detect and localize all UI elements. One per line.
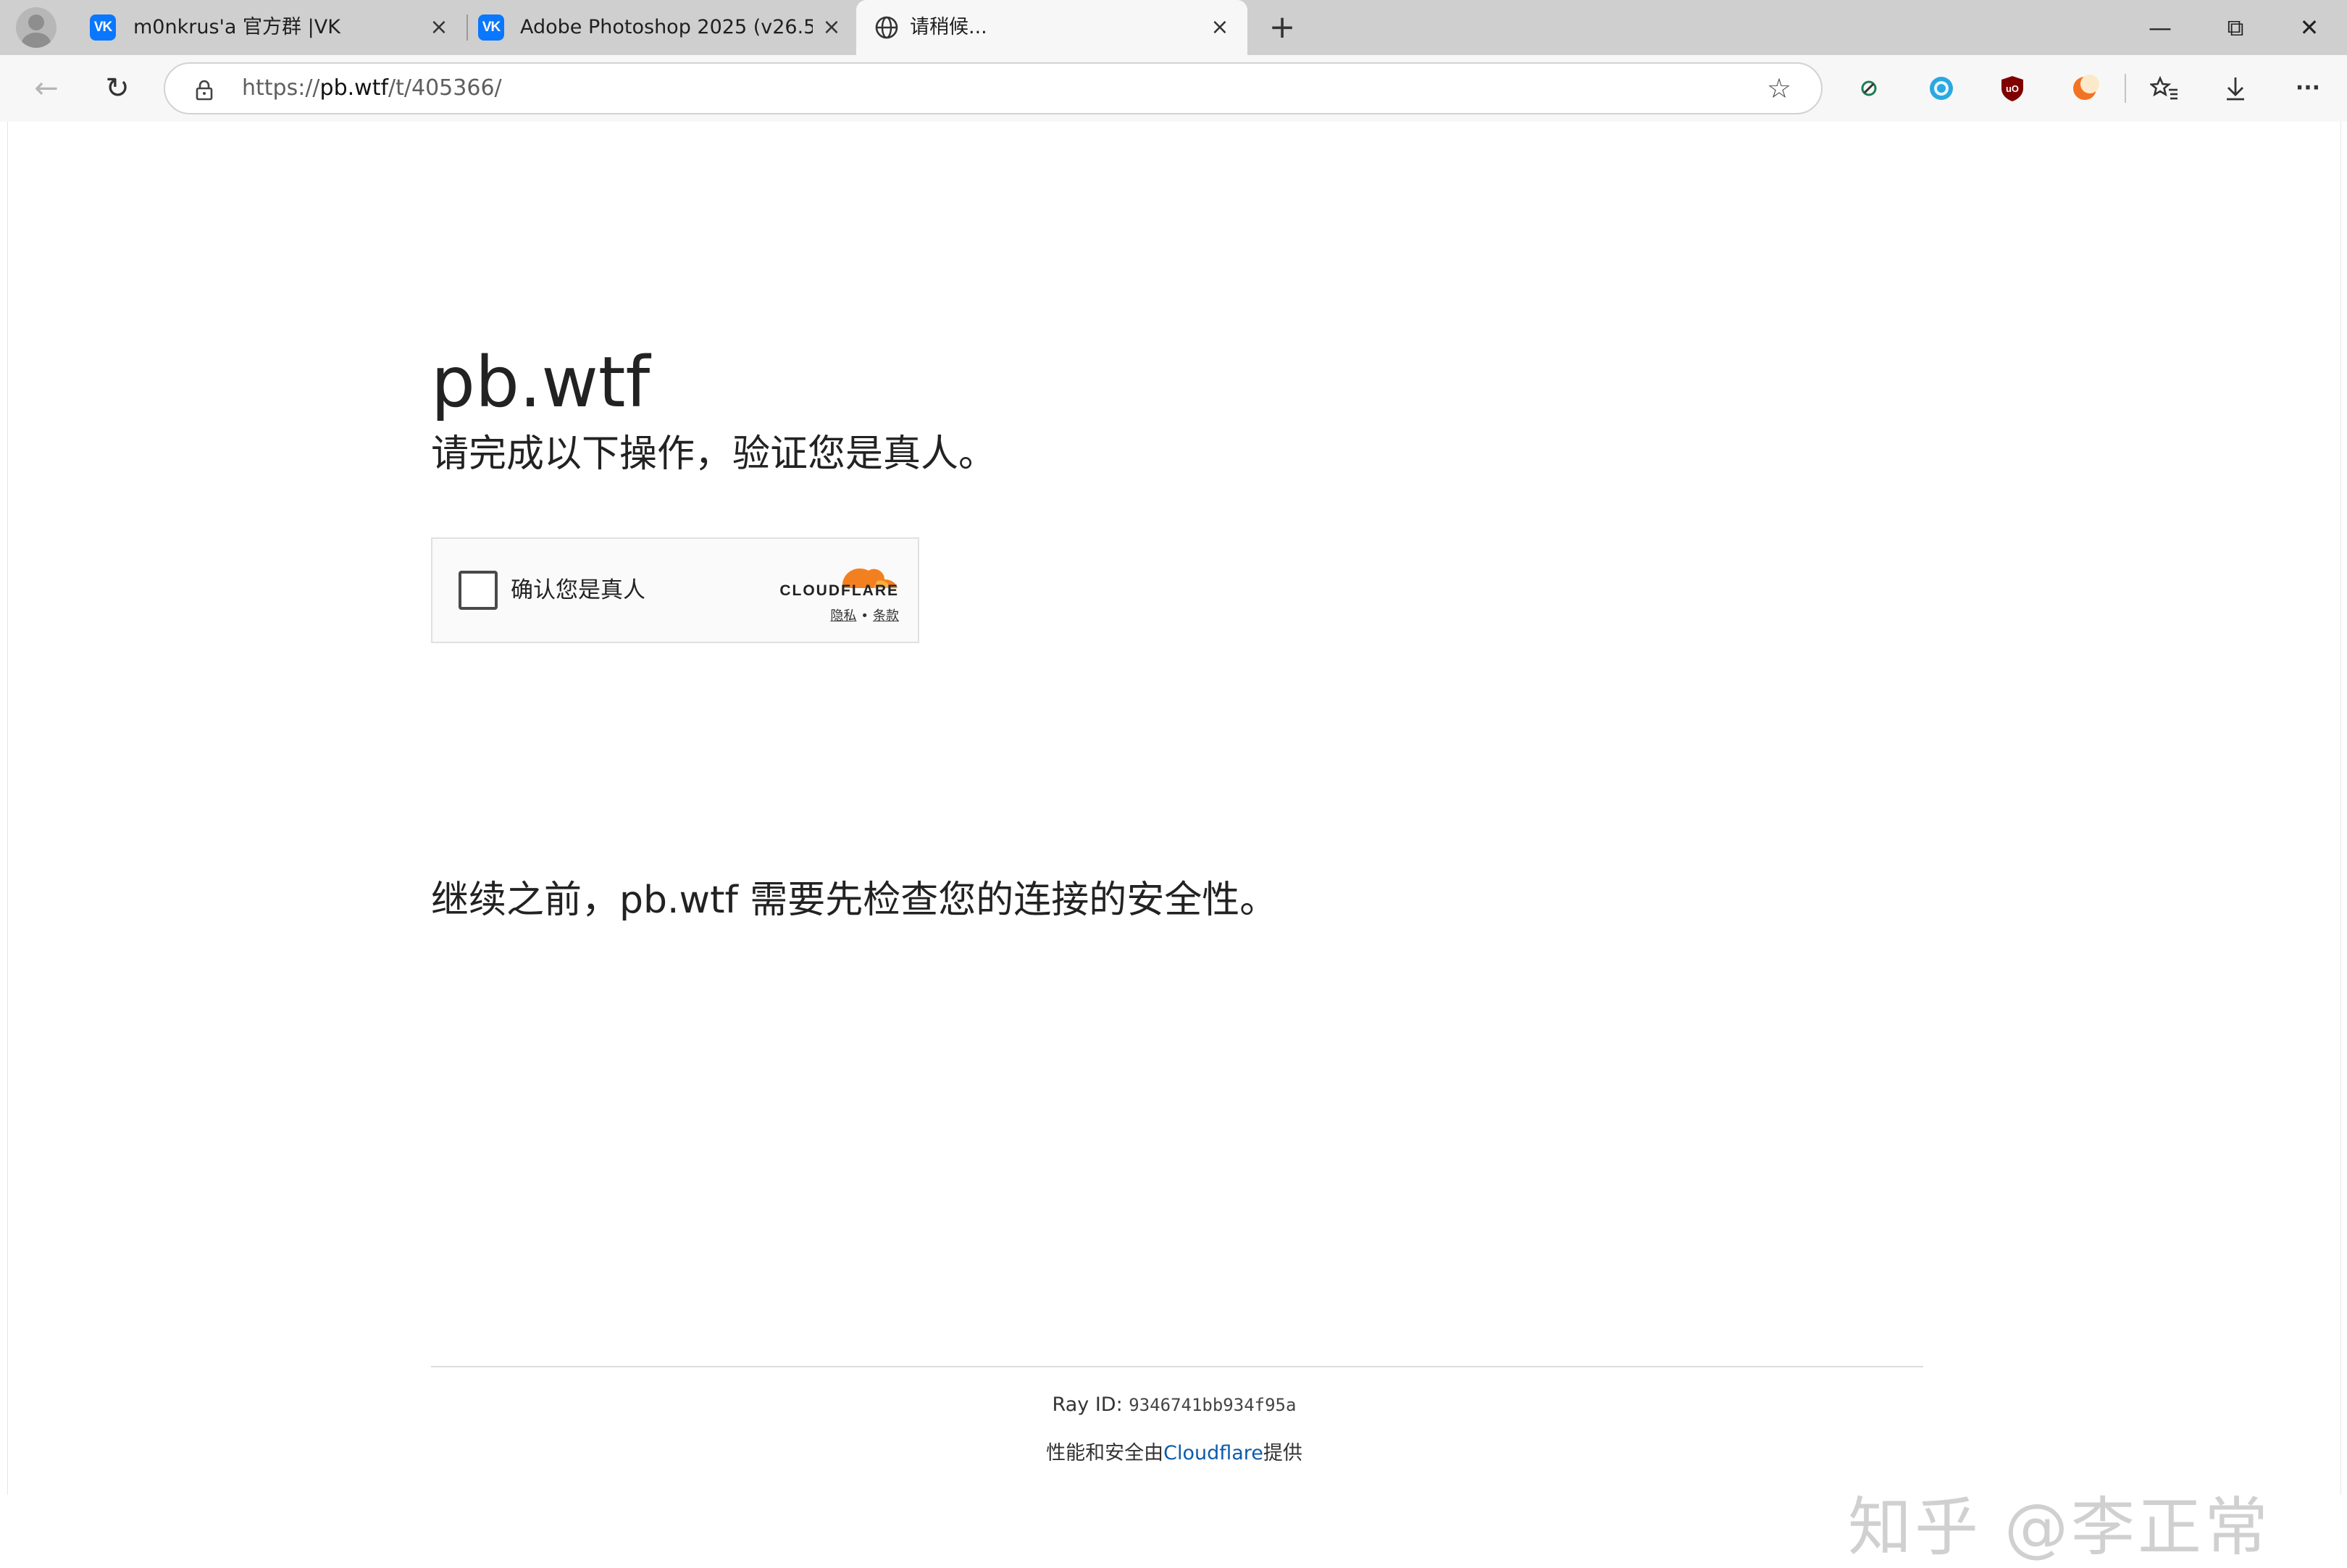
zhihu-watermark: 知乎 @李正常: [1848, 1490, 2271, 1564]
tab-title: Adobe Photoshop 2025 (v26.5) M: [520, 16, 813, 38]
favorite-star-icon[interactable]: ☆: [1762, 71, 1796, 106]
performance-prefix: 性能和安全由: [1046, 1442, 1164, 1464]
downloads-icon[interactable]: [2221, 74, 2250, 103]
performance-credit: 性能和安全由Cloudflare提供: [8, 1437, 2340, 1465]
vk-icon: VK: [478, 14, 504, 41]
toolbar-separator: [2125, 74, 2126, 103]
close-tab-icon[interactable]: ×: [426, 14, 452, 41]
url-scheme: https://: [242, 75, 320, 101]
url-host: pb.wtf: [319, 75, 389, 101]
restore-button[interactable]: ⧉: [2198, 0, 2273, 55]
performance-suffix: 提供: [1263, 1442, 1302, 1464]
cloudflare-turnstile-widget: 确认您是真人 CLOUDFLARE 隐私 • 条款: [431, 537, 919, 643]
lock-icon[interactable]: [193, 78, 216, 101]
globe-icon: [875, 16, 898, 39]
circle-extension-icon[interactable]: [1927, 74, 1956, 103]
favorites-icon[interactable]: [2150, 74, 2179, 103]
more-menu-icon[interactable]: ···: [2293, 74, 2322, 103]
ray-id-line: Ray ID: 9346741bb934f95a: [8, 1393, 2340, 1416]
verify-human-checkbox[interactable]: [459, 571, 498, 610]
verify-instruction: 请完成以下操作，验证您是真人。: [431, 432, 997, 476]
url-path: /t/405366/: [388, 75, 502, 101]
grammar-extension-icon[interactable]: [1854, 74, 1883, 103]
tab-title: m0nkrus'a 官方群 |VK: [133, 16, 340, 38]
back-button[interactable]: ←: [28, 70, 65, 107]
site-title: pb.wtf: [431, 342, 650, 423]
cloudflare-wordmark: CLOUDFLARE: [779, 582, 899, 599]
tab-please-wait[interactable]: 请稍候... ×: [856, 0, 1247, 55]
security-check-message: 继续之前，pb.wtf 需要先检查您的连接的安全性。: [431, 879, 1278, 922]
tab-m0nkrus-vk[interactable]: VK m0nkrus'a 官方群 |VK ×: [72, 0, 464, 55]
profile-avatar-icon[interactable]: [16, 7, 57, 48]
refresh-button[interactable]: ↻: [99, 70, 136, 107]
close-window-button[interactable]: ✕: [2272, 0, 2347, 55]
address-bar[interactable]: https://pb.wtf/t/405366/ ☆: [164, 62, 1823, 114]
vk-icon: VK: [90, 14, 116, 41]
minimize-button[interactable]: —: [2122, 0, 2198, 55]
svg-text:uO: uO: [2006, 83, 2019, 94]
ray-id-value: 9346741bb934f95a: [1129, 1395, 1297, 1415]
footer-divider: [431, 1366, 1923, 1367]
close-tab-icon[interactable]: ×: [1207, 14, 1233, 41]
page-content: pb.wtf 请完成以下操作，验证您是真人。 确认您是真人 CLOUDFLARE…: [7, 122, 2341, 1564]
tab-photoshop[interactable]: VK Adobe Photoshop 2025 (v26.5) M ×: [459, 0, 850, 55]
cloudflare-link[interactable]: Cloudflare: [1163, 1442, 1263, 1464]
tab-title: 请稍候...: [910, 16, 987, 38]
terms-link[interactable]: 条款: [873, 608, 899, 624]
new-tab-button[interactable]: +: [1265, 10, 1300, 45]
dark-reader-icon[interactable]: [2070, 74, 2099, 103]
link-separator: •: [861, 608, 869, 624]
privacy-link[interactable]: 隐私: [830, 608, 856, 624]
browser-toolbar: ← ↻ https://pb.wtf/t/405366/ ☆ uO ···: [0, 55, 2347, 122]
cloudflare-links: 隐私 • 条款: [774, 605, 899, 624]
ray-id-label: Ray ID:: [1052, 1393, 1123, 1416]
checkbox-label: 确认您是真人: [511, 577, 645, 603]
tab-strip: VK m0nkrus'a 官方群 |VK × VK Adobe Photosho…: [0, 0, 2347, 55]
ublock-origin-icon[interactable]: uO: [1998, 74, 2027, 103]
close-tab-icon[interactable]: ×: [819, 14, 845, 41]
url-text[interactable]: https://pb.wtf/t/405366/: [242, 64, 502, 113]
